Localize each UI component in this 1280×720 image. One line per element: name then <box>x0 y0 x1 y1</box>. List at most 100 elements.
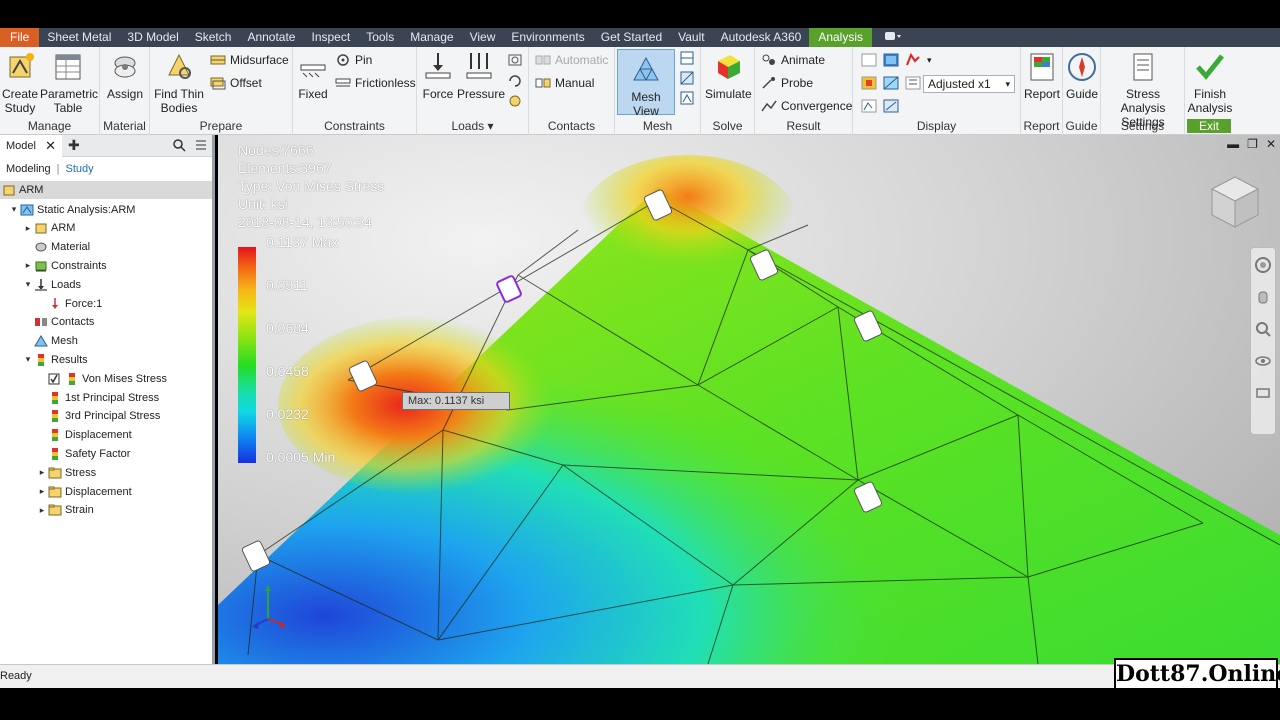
tree-item[interactable]: ▸ Constraints <box>22 256 107 275</box>
tree-item[interactable]: ▸ ARM <box>22 219 76 238</box>
rotational-load-icon[interactable] <box>507 73 523 87</box>
expand-arrow-icon[interactable]: ▸ <box>36 467 48 478</box>
report-button[interactable]: Report <box>1023 51 1061 101</box>
midsurface-button[interactable]: Midsurface <box>210 53 289 67</box>
restore-icon[interactable]: ❐ <box>1247 137 1258 151</box>
stress-analysis-settings-button[interactable]: Stress Analysis Settings <box>1103 51 1183 129</box>
expand-arrow-icon[interactable]: ▸ <box>22 223 34 234</box>
frictionless-constraint-button[interactable]: Frictionless <box>335 76 416 90</box>
boundary-conditions-icon[interactable] <box>905 76 921 90</box>
manual-contacts-button[interactable]: Manual <box>535 76 594 90</box>
moment-load-icon[interactable] <box>507 53 523 67</box>
zoom-icon[interactable] <box>1254 320 1272 338</box>
smooth-shading-icon[interactable] <box>883 53 899 67</box>
simulate-button[interactable]: Simulate <box>705 51 752 101</box>
graphics-viewport[interactable]: Nodes:7666 Elements:3967 Type: Von Mises… <box>218 135 1280 664</box>
steering-wheel-icon[interactable] <box>1254 256 1272 274</box>
probe-button[interactable]: Probe <box>761 76 813 90</box>
constraints-icon <box>35 261 47 272</box>
tree-item[interactable]: ▾ Loads <box>22 275 81 294</box>
create-study-button[interactable]: Create Study <box>2 51 38 115</box>
menu-manage[interactable]: Manage <box>402 28 461 47</box>
look-at-icon[interactable] <box>1254 384 1272 402</box>
tree-item[interactable]: 3rd Principal Stress <box>36 407 160 426</box>
body-load-icon[interactable] <box>507 93 523 107</box>
finish-analysis-button[interactable]: Finish Analysis <box>1187 51 1233 115</box>
animate-button[interactable]: Animate <box>761 53 825 67</box>
menu-view[interactable]: View <box>462 28 504 47</box>
element-edges-icon[interactable] <box>883 76 899 90</box>
panel-loads-title[interactable]: Loads ▾ <box>417 119 528 133</box>
convergence-settings-icon[interactable] <box>679 91 695 105</box>
tree-item[interactable]: ▸ Stress <box>36 463 96 482</box>
menu-inspect[interactable]: Inspect <box>303 28 358 47</box>
tree-item[interactable]: Mesh <box>22 332 78 351</box>
show-max-icon[interactable] <box>861 99 877 113</box>
menu-get-started[interactable]: Get Started <box>593 28 670 47</box>
tree-root-arm[interactable]: ARM <box>0 181 212 199</box>
search-icon[interactable] <box>172 138 186 152</box>
expand-arrow-icon[interactable]: ▸ <box>36 505 48 516</box>
menu-sheet-metal[interactable]: Sheet Metal <box>39 28 119 47</box>
tree-item[interactable]: Safety Factor <box>36 444 130 463</box>
no-shading-icon[interactable] <box>861 53 877 67</box>
tree-item[interactable]: ▾ Static Analysis:ARM <box>8 200 136 219</box>
menu-extra-dropdown[interactable] <box>872 28 914 47</box>
offset-button[interactable]: Offset <box>210 76 262 90</box>
menu-file[interactable]: File <box>0 28 40 47</box>
tree-item[interactable]: ▾ Results <box>22 350 88 369</box>
pressure-button[interactable]: Pressure <box>457 51 505 101</box>
menu-environments[interactable]: Environments <box>503 28 592 47</box>
display-dropdown-arrow-icon[interactable]: ▾ <box>927 55 932 66</box>
menu-annotate[interactable]: Annotate <box>239 28 303 47</box>
viewcube-icon[interactable] <box>1204 171 1266 233</box>
mesh-settings-icon[interactable] <box>679 51 695 65</box>
orbit-icon[interactable] <box>1254 352 1272 370</box>
collapse-arrow-icon[interactable]: ▾ <box>8 204 20 215</box>
tree-item[interactable]: Force:1 <box>36 294 102 313</box>
mesh-view-button[interactable]: Mesh View <box>617 49 675 118</box>
force-button[interactable]: Force <box>421 51 455 101</box>
displacement-scale-select[interactable]: Adjusted x1 ▾ <box>923 75 1015 93</box>
parametric-table-button[interactable]: Parametric Table <box>40 51 98 115</box>
automatic-contacts-button[interactable]: Automatic <box>535 53 608 67</box>
add-tab-icon[interactable]: ✚ <box>68 137 80 154</box>
tree-item[interactable]: Material <box>22 238 90 257</box>
modeling-link[interactable]: Modeling <box>6 163 51 175</box>
find-thin-bodies-button[interactable]: Find Thin Bodies <box>154 51 204 115</box>
contour-shading-icon[interactable] <box>861 76 877 90</box>
tree-item[interactable]: Von Mises Stress <box>36 369 167 388</box>
menu-analysis[interactable]: Analysis <box>809 28 873 47</box>
menu-3d-model[interactable]: 3D Model <box>119 28 186 47</box>
hamburger-menu-icon[interactable] <box>194 138 208 152</box>
expand-arrow-icon[interactable]: ▸ <box>22 260 34 271</box>
study-link[interactable]: Study <box>66 163 94 175</box>
tree-item[interactable]: ▸ Displacement <box>36 482 132 501</box>
close-tab-icon[interactable]: ✕ <box>45 135 56 157</box>
tree-item[interactable]: 1st Principal Stress <box>36 388 159 407</box>
tree-item[interactable]: ▸ Strain <box>36 501 94 520</box>
browser-tab-model[interactable]: Model ✕ <box>0 134 62 157</box>
guide-button[interactable]: Guide <box>1065 51 1099 101</box>
tree-item[interactable]: Contacts <box>22 313 94 332</box>
menu-vault[interactable]: Vault <box>670 28 712 47</box>
menu-autodesk-a360[interactable]: Autodesk A360 <box>713 28 810 47</box>
assign-button[interactable]: Assign <box>106 51 144 101</box>
probe-labels-icon[interactable] <box>883 99 899 113</box>
collapse-arrow-icon[interactable]: ▾ <box>22 354 34 365</box>
close-viewport-icon[interactable]: ✕ <box>1266 137 1276 151</box>
color-bar-icon[interactable] <box>905 53 921 67</box>
collapse-arrow-icon[interactable]: ▾ <box>22 279 34 290</box>
pan-hand-icon[interactable] <box>1254 288 1272 306</box>
menu-sketch[interactable]: Sketch <box>187 28 240 47</box>
tree-item[interactable]: Displacement <box>36 426 132 445</box>
convergence-button[interactable]: Convergence <box>761 99 852 113</box>
fixed-constraint-button[interactable]: Fixed <box>295 51 331 101</box>
local-mesh-control-icon[interactable] <box>679 71 695 85</box>
expand-arrow-icon[interactable]: ▸ <box>36 486 48 497</box>
color-legend-bar[interactable] <box>238 247 256 463</box>
minimize-icon[interactable]: ▬ <box>1227 137 1239 151</box>
mesh-icon <box>34 335 48 347</box>
menu-tools[interactable]: Tools <box>358 28 402 47</box>
pin-constraint-button[interactable]: Pin <box>335 53 372 67</box>
